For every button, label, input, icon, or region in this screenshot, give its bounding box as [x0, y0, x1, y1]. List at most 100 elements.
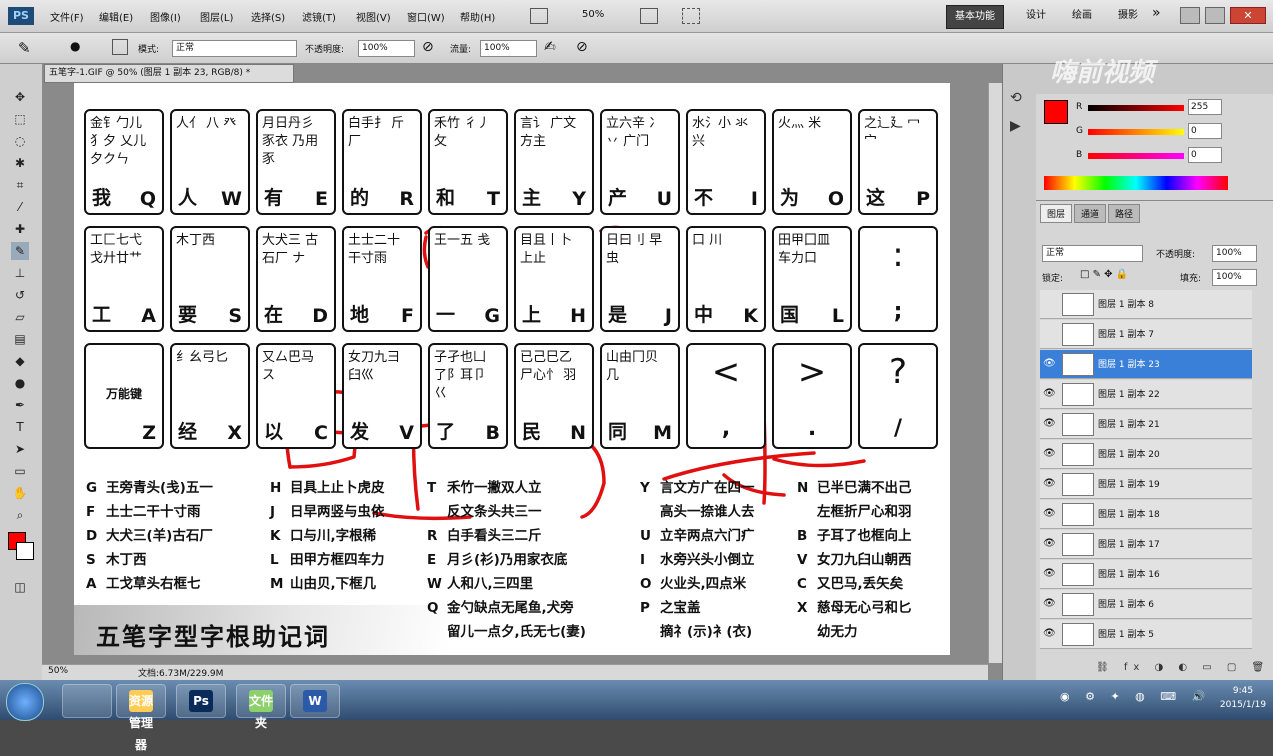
pressure-size-icon[interactable]: ⊘	[576, 39, 588, 55]
menu-item[interactable]: 窗口(W)	[407, 9, 445, 24]
quick-select-tool-icon[interactable]: ✱	[11, 154, 29, 172]
blur-tool-icon[interactable]: ◆	[11, 352, 29, 370]
eraser-tool-icon[interactable]: ▱	[11, 308, 29, 326]
quick-mask-icon[interactable]: ◫	[11, 578, 29, 596]
workspace-button[interactable]: 绘画	[1064, 5, 1100, 27]
eye-icon[interactable]: 👁	[1043, 388, 1056, 400]
stamp-tool-icon[interactable]: ⊥	[11, 264, 29, 282]
taskbar-app[interactable]: 资源管理器	[116, 684, 166, 752]
path-select-tool-icon[interactable]: ➤	[11, 440, 29, 458]
b-slider[interactable]	[1088, 153, 1184, 159]
hand-tool-icon[interactable]: ✋	[11, 484, 29, 502]
r-value[interactable]: 255	[1188, 99, 1222, 115]
workspace-button[interactable]: 摄影	[1110, 5, 1146, 27]
menu-item[interactable]: 编辑(E)	[99, 9, 133, 24]
layer-row[interactable]: 👁 图层 1 副本 20	[1040, 440, 1252, 469]
minimize-button[interactable]	[1180, 7, 1200, 24]
blend-mode-select[interactable]: 正常	[1042, 245, 1143, 262]
arrange-icon[interactable]	[640, 8, 658, 24]
fill-field[interactable]: 100%	[1212, 269, 1257, 286]
opacity-field[interactable]: 100%	[358, 40, 415, 57]
g-value[interactable]: 0	[1188, 123, 1222, 139]
layer-row[interactable]: 👁 图层 1 副本 19	[1040, 470, 1252, 499]
brush-size-icon[interactable]: ●	[70, 39, 80, 53]
background-color-swatch[interactable]	[16, 542, 34, 560]
menu-item[interactable]: 图像(I)	[150, 9, 181, 24]
layer-row[interactable]: 👁 图层 1 副本 17	[1040, 530, 1252, 559]
move-tool-icon[interactable]: ✥	[11, 88, 29, 106]
layer-opacity-field[interactable]: 100%	[1212, 245, 1257, 262]
eye-icon[interactable]: 👁	[1043, 628, 1056, 640]
clock[interactable]: 9:45 2015/1/19	[1215, 684, 1271, 712]
close-button[interactable]: ✕	[1230, 7, 1266, 24]
taskbar-app[interactable]: W	[290, 684, 340, 718]
taskbar-app[interactable]: 文件夹	[236, 684, 286, 730]
layer-row[interactable]: 图层 1 副本 7	[1040, 320, 1252, 349]
menu-item[interactable]: 图层(L)	[200, 9, 233, 24]
layer-row[interactable]: 图层 1 副本 8	[1040, 290, 1252, 319]
shape-tool-icon[interactable]: ▭	[11, 462, 29, 480]
screen-mode-icon[interactable]	[530, 8, 548, 24]
history-brush-tool-icon[interactable]: ↺	[11, 286, 29, 304]
menu-item[interactable]: 滤镜(T)	[302, 9, 336, 24]
eye-icon[interactable]: 👁	[1043, 418, 1056, 430]
foreground-color-swatch-panel[interactable]	[1044, 100, 1068, 124]
layer-row[interactable]: 👁 图层 1 副本 21	[1040, 410, 1252, 439]
layer-panel-buttons[interactable]: ⛓ fx ◑ ◐ ▭ ▢ 🗑	[1096, 662, 1270, 673]
lock-icons[interactable]: □ ✎ ✥ 🔒	[1080, 269, 1128, 280]
eye-icon[interactable]: 👁	[1043, 358, 1056, 370]
eyedropper-tool-icon[interactable]: ⁄	[11, 198, 29, 216]
flow-field[interactable]: 100%	[480, 40, 537, 57]
lasso-tool-icon[interactable]: ◌	[11, 132, 29, 150]
start-button-icon[interactable]	[6, 683, 44, 721]
restore-button[interactable]	[1205, 7, 1225, 24]
eye-icon[interactable]: 👁	[1043, 508, 1056, 520]
taskbar-app-browser-icon[interactable]	[62, 684, 112, 718]
brush-tool-icon-selected[interactable]: ✎	[11, 242, 29, 260]
layers-tab[interactable]: 路径	[1108, 204, 1141, 223]
eye-icon[interactable]: 👁	[1043, 598, 1056, 610]
doc-info[interactable]: 文档:6.73M/229.9M	[138, 666, 223, 679]
layer-row[interactable]: 👁 图层 1 副本 18	[1040, 500, 1252, 529]
color-spectrum-bar[interactable]	[1044, 176, 1228, 190]
workspace-button[interactable]: 基本功能	[946, 5, 1004, 29]
layer-row[interactable]: 👁 图层 1 副本 6	[1040, 590, 1252, 619]
layers-tab[interactable]: 通道	[1074, 204, 1107, 223]
menu-item[interactable]: 视图(V)	[356, 9, 391, 24]
menu-item[interactable]: 文件(F)	[50, 9, 84, 24]
r-slider[interactable]	[1088, 105, 1184, 111]
eye-icon[interactable]: 👁	[1043, 568, 1056, 580]
taskbar-app[interactable]: Ps	[176, 684, 226, 718]
eye-icon[interactable]	[1043, 328, 1055, 340]
healing-tool-icon[interactable]: ✚	[11, 220, 29, 238]
zoom-menu[interactable]: 50%	[582, 9, 604, 20]
mode-select[interactable]: 正常	[172, 40, 297, 57]
layer-row[interactable]: 👁 图层 1 副本 23	[1040, 350, 1252, 379]
menu-item[interactable]: 帮助(H)	[460, 9, 495, 24]
marquee-tool-icon[interactable]: ⬚	[11, 110, 29, 128]
layers-tab[interactable]: 图层	[1040, 204, 1073, 223]
eye-icon[interactable]: 👁	[1043, 448, 1056, 460]
g-slider[interactable]	[1088, 129, 1184, 135]
brush-panel-icon[interactable]	[112, 39, 128, 55]
workspace-button[interactable]: 设计	[1018, 5, 1054, 27]
extras-icon[interactable]	[682, 8, 700, 24]
more-workspaces[interactable]: »	[1152, 5, 1161, 21]
brush-tool-icon[interactable]: ✎	[18, 39, 31, 57]
crop-tool-icon[interactable]: ⌗	[11, 176, 29, 194]
tray-icons[interactable]: ◉ ⚙ ✦ ◍ ⌨ 🔊	[1060, 690, 1211, 703]
gradient-tool-icon[interactable]: ▤	[11, 330, 29, 348]
document-tab[interactable]: 五笔字-1.GIF @ 50% (图层 1 副本 23, RGB/8) *	[44, 64, 294, 83]
pen-tool-icon[interactable]: ✒	[11, 396, 29, 414]
type-tool-icon[interactable]: T	[11, 418, 29, 436]
b-value[interactable]: 0	[1188, 147, 1222, 163]
actions-icon[interactable]: ▶	[1010, 118, 1021, 134]
history-icon[interactable]: ⟲	[1010, 90, 1022, 106]
dodge-tool-icon[interactable]: ●	[11, 374, 29, 392]
eye-icon[interactable]: 👁	[1043, 538, 1056, 550]
pressure-opacity-icon[interactable]: ⊘	[422, 39, 434, 55]
zoom-level[interactable]: 50%	[48, 666, 68, 676]
layer-row[interactable]: 👁 图层 1 副本 5	[1040, 620, 1252, 649]
zoom-tool-icon[interactable]: ⌕	[11, 506, 29, 524]
vertical-scrollbar[interactable]	[988, 83, 1003, 663]
